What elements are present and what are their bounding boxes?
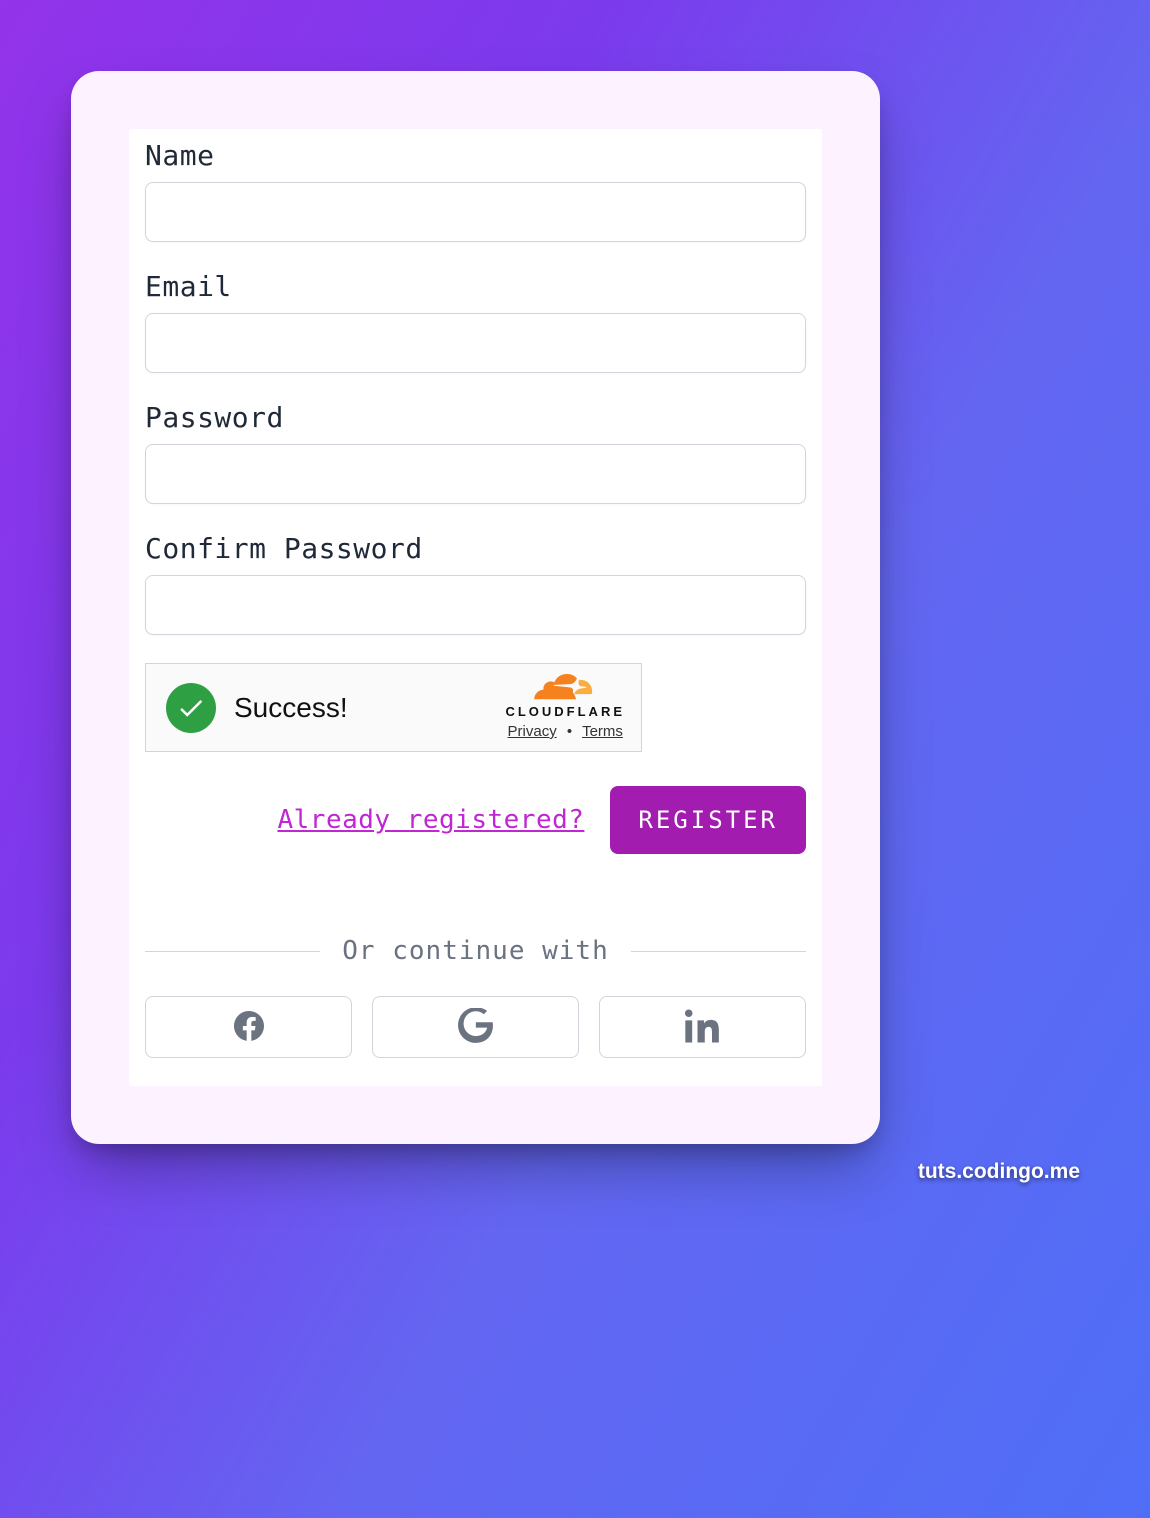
social-divider: Or continue with — [145, 936, 806, 966]
name-label: Name — [145, 139, 806, 172]
confirm-password-input[interactable] — [145, 575, 806, 635]
confirm-password-label: Confirm Password — [145, 532, 806, 565]
cloudflare-branding: CLOUDFLARE Privacy • Terms — [505, 674, 625, 740]
linkedin-login-button[interactable] — [599, 996, 806, 1058]
password-field-group: Password — [145, 401, 806, 504]
social-login-row — [145, 996, 806, 1058]
check-circle-icon — [166, 683, 216, 733]
watermark-text: tuts.codingo.me — [918, 1160, 1080, 1184]
password-label: Password — [145, 401, 806, 434]
divider-line-left — [145, 951, 320, 952]
email-field-group: Email — [145, 270, 806, 373]
registration-form: Name Email Password Confirm Password Suc… — [129, 129, 822, 1086]
register-button[interactable]: REGISTER — [610, 786, 806, 854]
terms-link[interactable]: Terms — [582, 723, 623, 740]
cloudflare-wordmark: CLOUDFLARE — [505, 704, 625, 719]
cloudflare-icon — [505, 674, 625, 702]
form-actions: Already registered? REGISTER — [145, 786, 806, 854]
divider-text: Or continue with — [342, 936, 608, 966]
registration-card: Name Email Password Confirm Password Suc… — [71, 71, 880, 1144]
google-icon — [458, 1008, 494, 1047]
password-input[interactable] — [145, 444, 806, 504]
linkedin-icon — [685, 1008, 721, 1047]
captcha-widget: Success! CLOUDFLARE Privacy • Terms — [145, 663, 642, 752]
facebook-icon — [231, 1008, 267, 1047]
privacy-link[interactable]: Privacy — [508, 723, 557, 740]
divider-line-right — [631, 951, 806, 952]
facebook-login-button[interactable] — [145, 996, 352, 1058]
separator-dot: • — [567, 723, 572, 740]
google-login-button[interactable] — [372, 996, 579, 1058]
cloudflare-links: Privacy • Terms — [505, 723, 625, 740]
email-label: Email — [145, 270, 806, 303]
already-registered-link[interactable]: Already registered? — [277, 805, 584, 835]
captcha-status-text: Success! — [234, 692, 348, 724]
name-input[interactable] — [145, 182, 806, 242]
email-input[interactable] — [145, 313, 806, 373]
name-field-group: Name — [145, 139, 806, 242]
confirm-password-field-group: Confirm Password — [145, 532, 806, 635]
